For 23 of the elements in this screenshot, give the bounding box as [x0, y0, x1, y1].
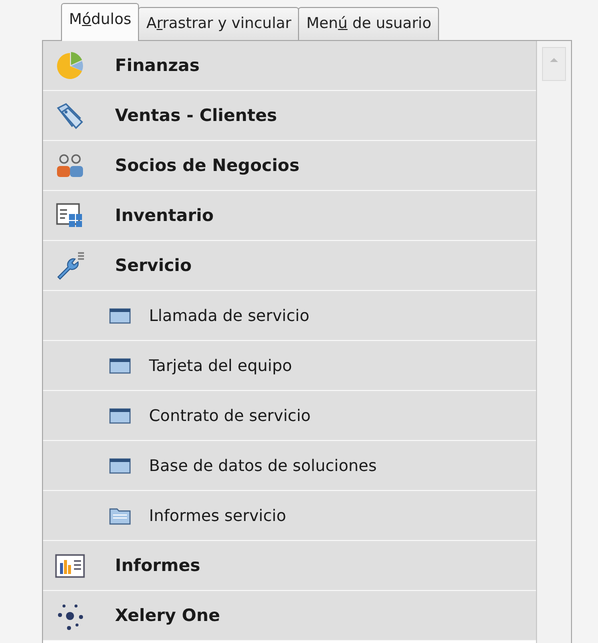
module-item[interactable]: Xelery One	[115, 606, 220, 626]
window-icon	[109, 356, 131, 374]
module-item[interactable]: Socios de Negocios	[115, 156, 300, 176]
module-item[interactable]: Servicio	[115, 256, 192, 276]
pie-chart-icon	[54, 50, 86, 82]
scroll-up-icon[interactable]	[542, 47, 566, 81]
submodule-item[interactable]: Llamada de servicio	[149, 306, 310, 325]
module-item[interactable]: Inventario	[115, 206, 214, 226]
folder-icon	[109, 506, 131, 524]
submodule-item[interactable]: Tarjeta del equipo	[149, 356, 292, 375]
submodule-item[interactable]: Base de datos de soluciones	[149, 456, 377, 475]
window-icon	[109, 406, 131, 424]
window-icon	[109, 456, 131, 474]
module-item[interactable]: Informes	[115, 556, 200, 576]
tab[interactable]: Menú de usuario	[298, 7, 440, 40]
scrollbar[interactable]	[536, 41, 571, 643]
submodule-item[interactable]: Contrato de servicio	[149, 406, 311, 425]
module-item[interactable]: Ventas - Clientes	[115, 106, 278, 126]
window-icon	[109, 306, 131, 324]
submodule-item[interactable]: Informes servicio	[149, 506, 286, 525]
module-item[interactable]: Finanzas	[115, 56, 200, 76]
tab[interactable]: Arrastrar y vincular	[138, 7, 300, 40]
tab[interactable]: Módulos	[61, 3, 140, 41]
